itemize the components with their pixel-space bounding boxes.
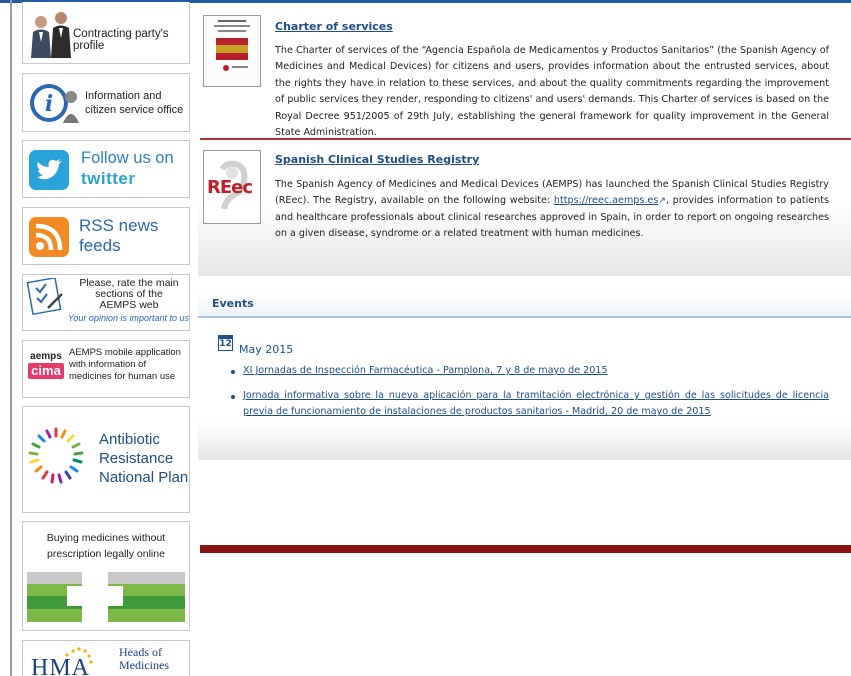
charter-thumbnail[interactable] <box>203 15 261 87</box>
events-header: Events <box>198 292 851 318</box>
article-divider <box>200 138 851 140</box>
antibiotic-resistance-logo <box>28 427 84 484</box>
cima-logo-top: aemps <box>30 351 62 362</box>
event-bullet <box>231 370 235 374</box>
hma-logo: HMA <box>31 655 91 676</box>
rate-line4: Your opinion is important to us <box>67 313 189 323</box>
news-panel: Charter of services The Charter of servi… <box>198 3 851 276</box>
reec-logo-text: REec <box>207 177 253 198</box>
buying-line1: Buying medicines without <box>46 532 166 544</box>
reec-thumbnail[interactable]: REec <box>203 150 261 224</box>
footer-bar <box>200 545 851 553</box>
events-title: Events <box>212 297 254 310</box>
buying-line2: prescription legally online <box>47 548 165 560</box>
reec-body: The Spanish Agency of Medicines and Medi… <box>275 177 829 243</box>
rate-web-banner[interactable]: Please, rate the main sections of the AE… <box>22 274 190 331</box>
twitter-bird-icon <box>29 150 69 190</box>
contracting-label: Contracting party's profile <box>73 28 169 52</box>
rate-line3: AEMPS web <box>99 299 159 311</box>
charter-title[interactable]: Charter of services <box>275 20 393 33</box>
hma-line2: Medicines <box>119 658 169 672</box>
businessmen-icon <box>31 12 71 58</box>
cima-logo: aemps cima <box>27 351 65 381</box>
information-office-banner[interactable]: i Information and citizen service office <box>22 73 190 132</box>
reec-website-link[interactable]: https://reec.aemps.es <box>554 195 658 206</box>
information-icon: i <box>30 84 79 123</box>
charter-body: The Charter of services of the “Agencia … <box>275 45 829 139</box>
antibiotic-resistance-banner[interactable]: Antibiotic Resistance National Plan <box>22 406 190 513</box>
information-office-label: Information and citizen service office <box>85 90 184 116</box>
twitter-banner[interactable]: Follow us on twitter <box>22 140 190 198</box>
events-panel: 12 May 2015 XI Jornadas de Inspección Fa… <box>198 320 851 460</box>
twitter-text-line1: Follow us on <box>81 149 174 167</box>
charter-document-image <box>204 16 260 86</box>
cima-logo-bottom: cima <box>31 363 61 378</box>
survey-form-icon <box>26 278 63 316</box>
main-content: Charter of services The Charter of servi… <box>196 0 851 676</box>
twitter-logo-text: twitter <box>81 169 136 188</box>
calendar-icon: 12 <box>218 335 233 351</box>
event-bullet <box>231 395 235 399</box>
hma-banner[interactable]: HMA Heads of Medicines <box>22 640 190 676</box>
cima-app-banner[interactable]: aemps cima AEMPS mobile application with… <box>22 340 190 398</box>
antibiotic-line1: Antibiotic <box>99 431 160 448</box>
antibiotic-line3: National Plan <box>99 469 189 486</box>
cima-text: AEMPS mobile application with informatio… <box>69 347 181 382</box>
event-item[interactable]: XI Jornadas de Inspección Farmacéutica -… <box>243 363 829 379</box>
svg-text:i: i <box>45 91 53 117</box>
reec-title[interactable]: Spanish Clinical Studies Registry <box>275 153 479 166</box>
rss-text-line1: RSS news <box>79 216 159 235</box>
reec-logo: REec <box>207 177 253 198</box>
external-link-icon[interactable]: ↗ <box>658 196 666 206</box>
rss-banner[interactable]: RSS news feeds <box>22 207 190 265</box>
rss-text-line2: feeds <box>79 236 121 255</box>
contracting-party-banner[interactable]: Contracting party's profile <box>22 2 190 64</box>
eu-common-logo <box>27 572 185 622</box>
event-item[interactable]: Jornada informativa sobre la nueva aplic… <box>243 388 829 421</box>
events-month: May 2015 <box>239 343 294 356</box>
rss-icon <box>29 217 69 257</box>
antibiotic-line2: Resistance <box>99 450 174 467</box>
calendar-day: 12 <box>219 339 232 349</box>
buying-medicines-banner[interactable]: Buying medicines without prescription le… <box>22 521 190 631</box>
sidebar: Contracting party's profile i Informatio… <box>0 0 196 676</box>
